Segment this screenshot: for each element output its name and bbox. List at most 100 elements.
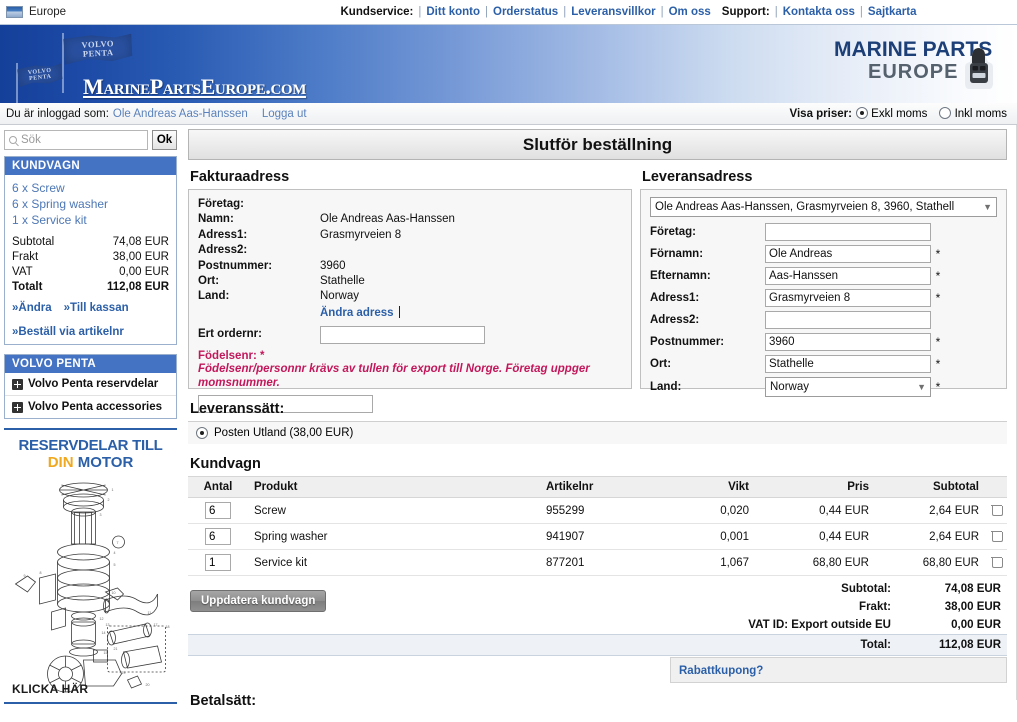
billing-label-adress2: Adress2: — [198, 244, 248, 257]
billing-label-postnummer: Postnummer: — [198, 259, 273, 272]
link-ditt-konto[interactable]: Ditt konto — [426, 6, 480, 18]
shipping-method-option[interactable]: Posten Utland (38,00 EUR) — [188, 421, 1007, 444]
order-number-row: Ert ordernr: — [198, 325, 622, 344]
qty-input[interactable] — [205, 554, 231, 571]
update-cart-button[interactable]: Uppdatera kundvagn — [190, 590, 327, 612]
cell-price: 0,44 EUR — [755, 497, 875, 524]
search-placeholder: Sök — [21, 134, 41, 146]
promo-banner[interactable]: RESERVDELAR TILL DIN MOTOR 1 2 3 4 5 7 8… — [4, 428, 177, 704]
search-submit-button[interactable]: Ok — [152, 130, 177, 150]
link-leveransvillkor[interactable]: Leveransvillkor — [571, 6, 655, 18]
cart-table-head: Antal Produkt Artikelnr Vikt Pris Subtot… — [188, 476, 1007, 498]
col-header-subtotal: Subtotal — [875, 476, 985, 498]
svg-text:14: 14 — [102, 631, 106, 635]
billing-value-adress1: Grasmyrveien 8 — [320, 228, 402, 241]
marine-parts-europe-logo[interactable]: MARINE PARTS EUROPE — [814, 39, 999, 93]
delivery-label-efternamn: Efternamn: — [650, 270, 711, 282]
totals-label-vat: VAT ID: Export outside EU — [748, 619, 891, 631]
link-kontakta-oss[interactable]: Kontakta oss — [783, 6, 855, 18]
search-input[interactable]: Sök — [4, 130, 148, 150]
delete-row-icon[interactable] — [990, 530, 1003, 542]
billing-label-namn: Namn: — [198, 213, 234, 226]
shipping-method-label: Posten Utland (38,00 EUR) — [214, 427, 354, 439]
cell-subtotal: 68,80 EUR — [875, 549, 985, 576]
radio-incl-moms[interactable]: Inkl moms — [939, 107, 1007, 120]
sidebar-item-volvo-penta-reservdelar[interactable]: Volvo Penta reservdelar — [5, 373, 176, 396]
logged-in-label: Du är inloggad som: — [6, 107, 109, 120]
account-user-link[interactable]: Ole Andreas Aas-Hanssen — [113, 108, 248, 120]
region-selector[interactable]: Europe — [6, 6, 66, 18]
delivery-heading: Leveransadress — [642, 169, 753, 185]
discount-coupon-link[interactable]: Rabattkupong? — [679, 665, 763, 677]
svg-text:3: 3 — [100, 513, 102, 517]
shipping-method-radio[interactable] — [196, 427, 208, 439]
link-sajtkarta[interactable]: Sajtkarta — [868, 6, 917, 18]
delete-row-icon[interactable] — [990, 556, 1003, 568]
radio-incl-moms-input[interactable] — [939, 107, 952, 119]
show-prices-label: Visa priser: — [789, 107, 852, 120]
price-display-options: Visa priser: Exkl moms Inkl moms — [790, 107, 1007, 120]
order-by-partno-link[interactable]: »Beställ via artikelnr — [5, 320, 176, 344]
radio-excl-moms[interactable]: Exkl moms — [855, 107, 927, 120]
delivery-select-land[interactable]: Norway ▼ — [765, 377, 931, 397]
delivery-input-ort[interactable] — [765, 355, 931, 373]
support-label: Support: — [721, 6, 770, 18]
svg-text:17: 17 — [154, 623, 158, 627]
grand-total-row: Total: 112,08 EUR — [188, 634, 1007, 656]
delivery-input-postnummer[interactable] — [765, 333, 931, 351]
cart-total-row: Subtotal 74,08 EUR — [12, 235, 169, 250]
billing-address-grid: Företag: Namn: Ole Andreas Aas-Hanssen A… — [198, 197, 622, 319]
edit-cart-link[interactable]: »Ändra — [12, 302, 52, 314]
flag-line-2: PENTA — [82, 47, 114, 59]
billing-value-postnummer: 3960 — [320, 259, 346, 272]
cell-product: Service kit — [248, 549, 540, 576]
page-title: Slutför beställning — [188, 129, 1007, 160]
qty-input[interactable] — [205, 502, 231, 519]
col-header-pris: Pris — [755, 476, 875, 498]
delivery-label-land: Land: — [650, 381, 682, 393]
svg-text:15: 15 — [104, 651, 108, 655]
delivery-input-adress1[interactable] — [765, 289, 931, 307]
delete-row-icon[interactable] — [990, 504, 1003, 516]
separator: | — [418, 6, 422, 18]
cart-actions: »Ändra »Till kassan — [12, 302, 169, 314]
page-body: Sök Ok KUNDVAGN 6 x Screw 6 x Spring was… — [0, 125, 1017, 709]
go-to-checkout-link[interactable]: »Till kassan — [64, 302, 129, 314]
required-marker: * — [935, 380, 941, 394]
radio-excl-moms-input[interactable] — [855, 107, 868, 119]
cell-product: Spring washer — [248, 523, 540, 550]
expand-plus-icon — [12, 401, 23, 413]
cell-qty — [188, 523, 248, 550]
volvo-penta-flag-icon-small: VOLVO PENTA — [17, 63, 63, 87]
delivery-input-adress2[interactable] — [765, 311, 931, 329]
top-links: Kundservice: | Ditt konto | Orderstatus … — [341, 6, 917, 18]
cart-total-row: VAT 0,00 EUR — [12, 265, 169, 280]
change-address-cell: Ändra adress — [320, 305, 622, 319]
svg-text:1: 1 — [112, 488, 114, 492]
delivery-input-fornamn[interactable] — [765, 245, 931, 263]
grand-total-label: Total: — [188, 634, 897, 656]
logout-link[interactable]: Logga ut — [262, 108, 307, 120]
cell-subtotal: 2,64 EUR — [875, 497, 985, 524]
delivery-input-efternamn[interactable] — [765, 267, 931, 285]
delivery-input-foretag[interactable] — [765, 223, 931, 241]
site-wordmark-link[interactable]: MarinePartsEurope.com — [83, 74, 306, 100]
radio-incl-moms-label: Inkl moms — [954, 108, 1007, 120]
col-header-artikelnr: Artikelnr — [540, 476, 660, 498]
cart-header-row: Antal Produkt Artikelnr Vikt Pris Subtot… — [188, 476, 1007, 498]
expand-plus-icon — [12, 378, 23, 390]
cart-totals: Subtotal 74,08 EUR Frakt 38,00 EUR VAT 0… — [12, 235, 169, 295]
sidebar-item-volvo-penta-accessories[interactable]: Volvo Penta accessories — [5, 396, 176, 418]
separator: | — [774, 6, 778, 18]
link-orderstatus[interactable]: Orderstatus — [493, 6, 558, 18]
saved-address-select[interactable]: Ole Andreas Aas-Hanssen, Grasmyrveien 8,… — [650, 197, 997, 217]
order-number-label: Ert ordernr: — [198, 328, 262, 341]
qty-input[interactable] — [205, 528, 231, 545]
change-address-link[interactable]: Ändra adress — [320, 307, 394, 319]
totals-value-vat: 0,00 EUR — [951, 619, 1001, 631]
boat-control-icon — [965, 48, 993, 89]
link-om-oss[interactable]: Om oss — [669, 6, 711, 18]
order-number-input[interactable] — [320, 325, 485, 344]
coupon-row: Rabattkupong? — [188, 657, 1007, 683]
svg-text:21: 21 — [114, 647, 118, 651]
